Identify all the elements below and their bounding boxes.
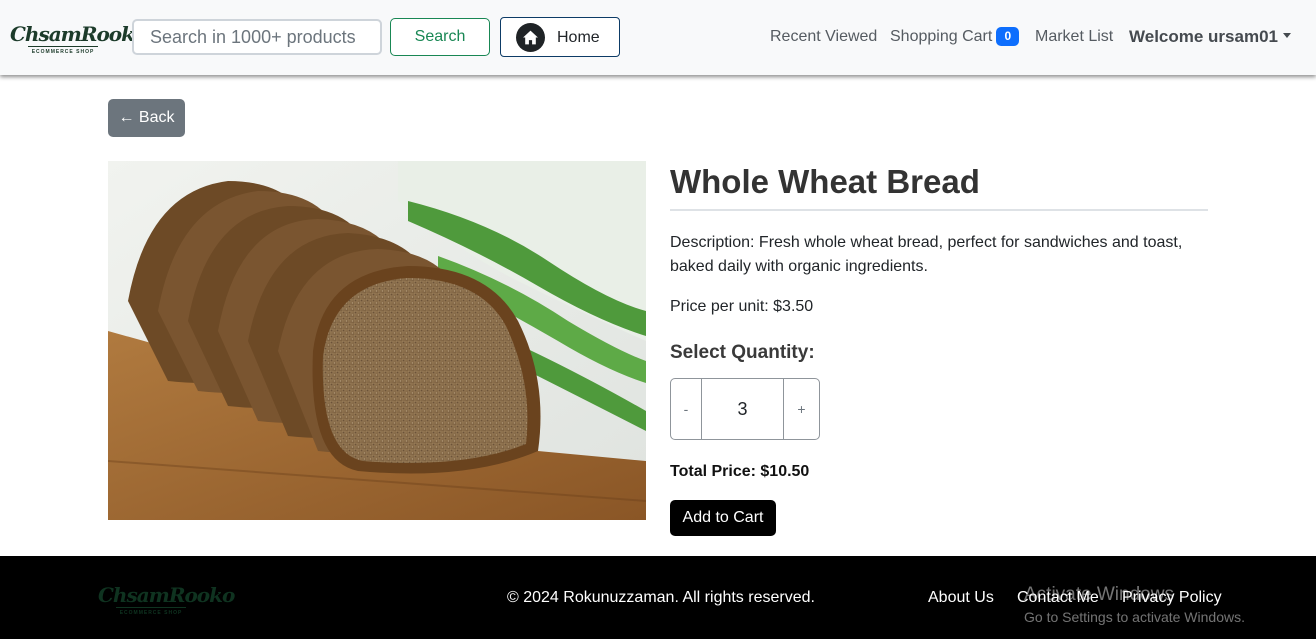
search-input[interactable] [132,19,382,55]
navbar: ChsamRooko ECOMMERCE SHOP Search Home Re… [0,0,1316,75]
bread-photo [108,161,646,520]
quantity-input[interactable] [701,378,784,440]
back-button[interactable]: ← Back [108,99,185,137]
product-description: Description: Fresh whole wheat bread, pe… [670,234,1183,275]
search-button[interactable]: Search [390,18,490,56]
quantity-heading: Select Quantity: [670,342,815,363]
quantity-decrement-button[interactable]: - [670,378,702,440]
footer-link-contact[interactable]: Contact Me [1017,588,1099,608]
logo-divider [28,46,98,47]
footer-logo[interactable]: ChsamRooko ECOMMERCE SHOP [98,583,235,621]
footer: ChsamRooko ECOMMERCE SHOP © 2024 Rokunuz… [0,556,1316,639]
footer-link-privacy[interactable]: Privacy Policy [1122,588,1222,608]
quantity-stepper: - + [670,378,820,440]
add-to-cart-button[interactable]: Add to Cart [670,500,776,536]
nav-shopping-cart-label: Shopping Cart [890,28,993,45]
footer-logo-divider [116,607,186,608]
chevron-down-icon [1282,33,1291,38]
home-button-label: Home [557,29,600,46]
total-price: Total Price: $10.50 [670,463,810,480]
brand-logo[interactable]: ChsamRooko ECOMMERCE SHOP [10,22,147,60]
nav-recent-viewed[interactable]: Recent Viewed [770,27,877,47]
title-divider [670,209,1208,211]
nav-shopping-cart[interactable]: Shopping Cart 0 [890,27,1020,47]
user-menu-label: Welcome ursam01 [1129,27,1278,46]
logo-wordmark: ChsamRooko [10,22,147,46]
product-title: Whole Wheat Bread [670,163,980,200]
copyright-text: © 2024 Rokunuzzaman. All rights reserved… [507,589,815,606]
user-menu[interactable]: Welcome ursam01 [1129,27,1291,47]
unit-price: Price per unit: $3.50 [670,298,814,315]
footer-link-about[interactable]: About Us [928,588,994,608]
product-image [108,161,646,520]
cart-count-badge: 0 [996,27,1020,46]
quantity-increment-button[interactable]: + [783,378,820,440]
home-icon [516,23,545,52]
nav-market-list[interactable]: Market List [1035,27,1113,47]
footer-logo-wordmark: ChsamRooko [98,583,235,607]
logo-tagline: ECOMMERCE SHOP [31,49,95,55]
home-button[interactable]: Home [500,17,620,57]
footer-logo-tagline: ECOMMERCE SHOP [119,610,183,616]
